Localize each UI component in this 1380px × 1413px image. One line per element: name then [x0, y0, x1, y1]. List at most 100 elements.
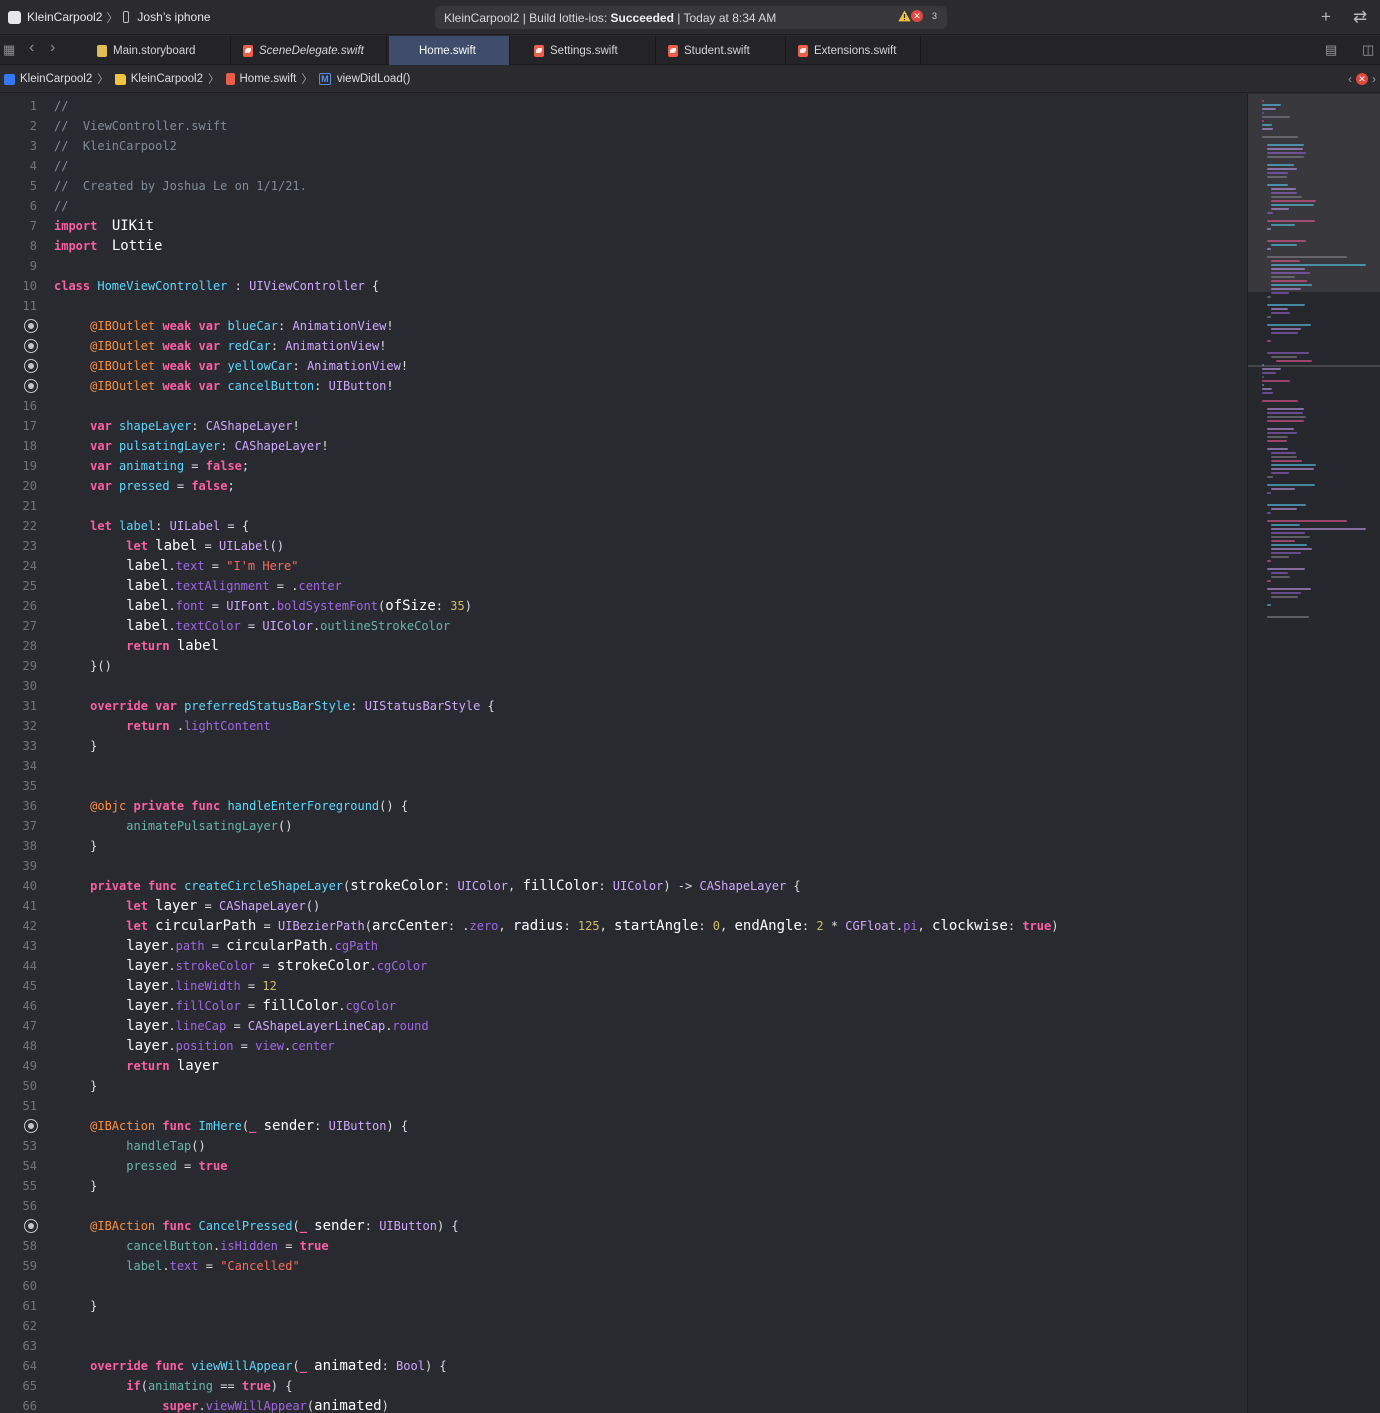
code-line[interactable]: cancelButton.isHidden = true	[54, 1236, 328, 1256]
line-number[interactable]: 17	[0, 416, 37, 436]
line-number[interactable]: 20	[0, 476, 37, 496]
line-number[interactable]: 55	[0, 1176, 37, 1196]
code-line[interactable]: //	[54, 96, 68, 116]
code-line[interactable]: label.font = UIFont.boldSystemFont(ofSiz…	[54, 596, 472, 616]
breadcrumb-method[interactable]: viewDidLoad()	[337, 73, 411, 85]
line-number[interactable]: 31	[0, 696, 37, 716]
line-number[interactable]: 11	[0, 296, 37, 316]
library-add-icon[interactable]: +	[1321, 7, 1331, 27]
line-number[interactable]: 29	[0, 656, 37, 676]
code-line[interactable]: private func createCircleShapeLayer(stro…	[54, 876, 801, 896]
line-number[interactable]: 28	[0, 636, 37, 656]
code-line[interactable]: animatePulsatingLayer()	[54, 816, 292, 836]
code-line[interactable]: }	[54, 836, 97, 856]
code-line[interactable]: class HomeViewController : UIViewControl…	[54, 276, 379, 296]
code-line[interactable]: var animating = false;	[54, 456, 249, 476]
tab-home-swift[interactable]: Home.swift	[389, 36, 510, 65]
line-number[interactable]: 39	[0, 856, 37, 876]
line-number[interactable]: 7	[0, 216, 37, 236]
line-number[interactable]: 61	[0, 1296, 37, 1316]
code-line[interactable]: @IBOutlet weak var blueCar: AnimationVie…	[54, 316, 394, 336]
code-line[interactable]: @IBOutlet weak var yellowCar: AnimationV…	[54, 356, 408, 376]
line-number[interactable]: 66	[0, 1396, 37, 1413]
line-number[interactable]: 32	[0, 716, 37, 736]
code-review-icon[interactable]: ⇄	[1353, 7, 1367, 27]
code-line[interactable]: handleTap()	[54, 1136, 205, 1156]
code-line[interactable]: }	[54, 736, 97, 756]
code-line[interactable]: override func viewWillAppear(_ animated:…	[54, 1356, 447, 1376]
code-line[interactable]: var pressed = false;	[54, 476, 235, 496]
back-arrow-icon[interactable]: ‹	[29, 39, 34, 57]
code-line[interactable]: layer.position = view.center	[54, 1036, 334, 1056]
outlet-connection-icon[interactable]	[24, 319, 38, 333]
next-issue-icon[interactable]: ›	[1372, 72, 1376, 86]
adjust-editor-options-icon[interactable]: ▤	[1325, 42, 1337, 58]
code-line[interactable]: let layer = CAShapeLayer()	[54, 896, 320, 916]
code-line[interactable]: let circularPath = UIBezierPath(arcCente…	[54, 916, 1058, 936]
code-line[interactable]: return layer	[54, 1056, 219, 1076]
code-line[interactable]: }	[54, 1176, 97, 1196]
line-number[interactable]: 24	[0, 556, 37, 576]
tab-scene-delegate[interactable]: SceneDelegate.swift	[233, 36, 387, 65]
line-number[interactable]: 2	[0, 116, 37, 136]
code-line[interactable]: @IBAction func ImHere(_ sender: UIButton…	[54, 1116, 408, 1136]
code-line[interactable]: }	[54, 1296, 97, 1316]
line-number[interactable]: 26	[0, 596, 37, 616]
line-number[interactable]: 49	[0, 1056, 37, 1076]
device-name[interactable]: Josh’s iphone	[137, 10, 210, 24]
tab-extensions-swift[interactable]: Extensions.swift	[788, 36, 921, 65]
line-number[interactable]: 27	[0, 616, 37, 636]
tab-main-storyboard[interactable]: Main.storyboard	[87, 36, 231, 65]
code-line[interactable]: label.textAlignment = .center	[54, 576, 342, 596]
line-number[interactable]: 22	[0, 516, 37, 536]
line-number[interactable]: 48	[0, 1036, 37, 1056]
code-line[interactable]: var pulsatingLayer: CAShapeLayer!	[54, 436, 328, 456]
code-line[interactable]: }()	[54, 656, 112, 676]
line-number[interactable]: 46	[0, 996, 37, 1016]
line-number[interactable]: 58	[0, 1236, 37, 1256]
code-line[interactable]: let label = UILabel()	[54, 536, 284, 556]
line-number[interactable]: 19	[0, 456, 37, 476]
line-number[interactable]: 64	[0, 1356, 37, 1376]
code-line[interactable]: import UIKit	[54, 216, 154, 236]
line-number[interactable]: 3	[0, 136, 37, 156]
outlet-connection-icon[interactable]	[24, 379, 38, 393]
code-line[interactable]: }	[54, 1076, 97, 1096]
breadcrumb-project[interactable]: KleinCarpool2	[20, 73, 92, 85]
breadcrumb-group[interactable]: KleinCarpool2	[131, 73, 203, 85]
code-line[interactable]: pressed = true	[54, 1156, 227, 1176]
line-number[interactable]: 56	[0, 1196, 37, 1216]
line-number[interactable]: 43	[0, 936, 37, 956]
line-number[interactable]: 25	[0, 576, 37, 596]
activity-view[interactable]: KleinCarpool2 | Build lottie-ios: Succee…	[435, 6, 947, 29]
line-number[interactable]: 35	[0, 776, 37, 796]
code-line[interactable]: //	[54, 156, 68, 176]
code-line[interactable]: layer.lineWidth = 12	[54, 976, 277, 996]
line-number[interactable]: 16	[0, 396, 37, 416]
line-number[interactable]: 62	[0, 1316, 37, 1336]
line-number[interactable]: 42	[0, 916, 37, 936]
code-line[interactable]: if(animating == true) {	[54, 1376, 292, 1396]
previous-issue-icon[interactable]: ‹	[1348, 72, 1352, 86]
forward-arrow-icon[interactable]: ›	[50, 39, 55, 57]
breadcrumb-file[interactable]: Home.swift	[240, 73, 297, 85]
outlet-connection-icon[interactable]	[24, 339, 38, 353]
line-number[interactable]: 47	[0, 1016, 37, 1036]
code-line[interactable]: label.textColor = UIColor.outlineStrokeC…	[54, 616, 450, 636]
tab-settings-swift[interactable]: Settings.swift	[524, 36, 656, 65]
minimap[interactable]	[1247, 94, 1380, 1413]
line-number[interactable]: 8	[0, 236, 37, 256]
code-line[interactable]: layer.strokeColor = strokeColor.cgColor	[54, 956, 427, 976]
line-number[interactable]: 6	[0, 196, 37, 216]
line-number[interactable]: 53	[0, 1136, 37, 1156]
line-number[interactable]: 40	[0, 876, 37, 896]
warning-icon[interactable]	[898, 10, 911, 22]
line-number[interactable]: 4	[0, 156, 37, 176]
code-line[interactable]: let label: UILabel = {	[54, 516, 249, 536]
line-number[interactable]: 41	[0, 896, 37, 916]
line-number[interactable]: 59	[0, 1256, 37, 1276]
line-number[interactable]: 18	[0, 436, 37, 456]
related-items-grid-icon[interactable]: ▦	[3, 42, 15, 58]
code-line[interactable]: super.viewWillAppear(animated)	[54, 1396, 388, 1413]
line-number-gutter[interactable]: 1 2 3 4 5 6 7 8 9 10 11 16 17 18 19 20 21 22 23 24 25 26 27 28 2…	[0, 94, 50, 1413]
